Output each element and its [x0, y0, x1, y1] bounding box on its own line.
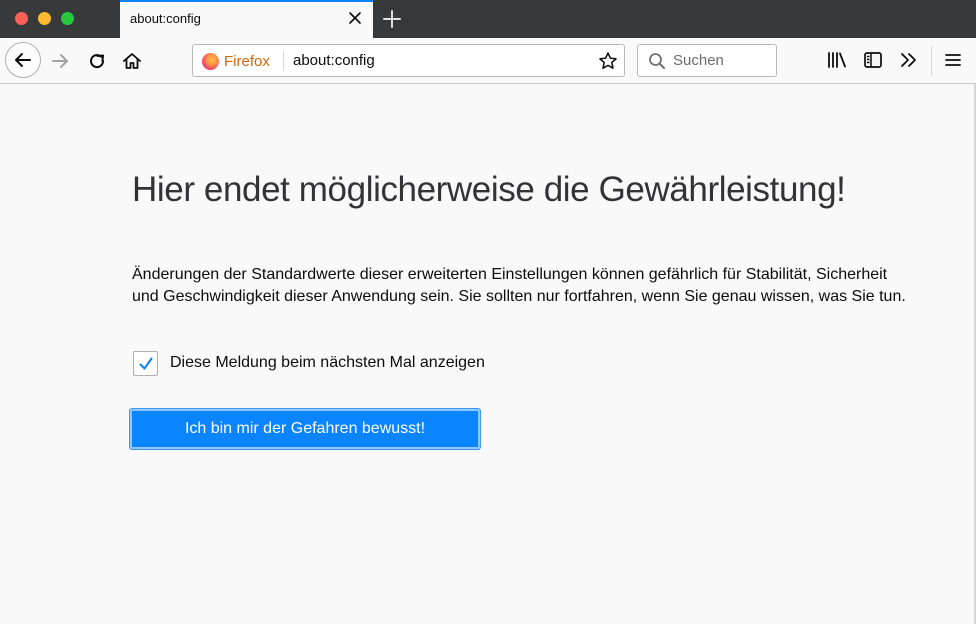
home-icon [123, 53, 141, 69]
tab-title: about:config [130, 11, 201, 26]
identity-box[interactable]: Firefox [202, 51, 270, 71]
toolbar-separator [931, 46, 932, 76]
reload-icon [90, 54, 105, 69]
show-warning-label[interactable]: Diese Meldung beim nächsten Mal anzeigen [170, 354, 485, 372]
tab-about-config[interactable]: about:config [120, 2, 373, 38]
overflow-chevron-icon [901, 53, 916, 67]
accept-risk-button[interactable]: Ich bin mir der Gefahren bewusst! [130, 409, 480, 449]
window-minimize-button[interactable] [38, 12, 51, 25]
tab-close-icon[interactable] [347, 10, 363, 26]
url-bar[interactable]: Firefox about:config [192, 44, 625, 77]
navigation-toolbar: Firefox about:config Suchen [0, 38, 976, 84]
checkmark-icon [139, 357, 152, 369]
hamburger-menu-icon [945, 54, 961, 66]
menu-button[interactable] [942, 49, 964, 71]
forward-icon [52, 54, 68, 68]
overflow-button[interactable] [898, 49, 920, 71]
search-bar[interactable]: Suchen [637, 44, 777, 77]
show-warning-checkbox[interactable] [133, 351, 158, 376]
url-divider [283, 51, 284, 71]
page-content: Hier endet möglicherweise die Gewährleis… [0, 84, 976, 624]
tab-strip: about:config [0, 0, 976, 38]
home-button[interactable] [120, 49, 144, 73]
sidebar-button[interactable] [862, 49, 884, 71]
warning-title: Hier endet möglicherweise die Gewährleis… [132, 170, 846, 209]
reload-button[interactable] [85, 49, 109, 73]
sidebar-icon [864, 52, 882, 68]
identity-label: Firefox [224, 52, 270, 70]
search-input[interactable]: Suchen [673, 52, 724, 69]
firefox-logo-icon [202, 52, 219, 70]
back-icon [15, 53, 31, 67]
library-button[interactable] [826, 49, 848, 71]
forward-button[interactable] [48, 49, 72, 73]
window-zoom-button[interactable] [61, 12, 74, 25]
search-icon [648, 52, 666, 70]
new-tab-plus-icon[interactable] [382, 9, 402, 29]
bookmark-star-icon[interactable] [598, 51, 618, 71]
back-button[interactable] [5, 42, 41, 78]
window-close-button[interactable] [15, 12, 28, 25]
warning-text: Änderungen der Standardwerte dieser erwe… [132, 266, 906, 305]
library-icon [828, 52, 846, 68]
url-input[interactable]: about:config [293, 52, 375, 69]
